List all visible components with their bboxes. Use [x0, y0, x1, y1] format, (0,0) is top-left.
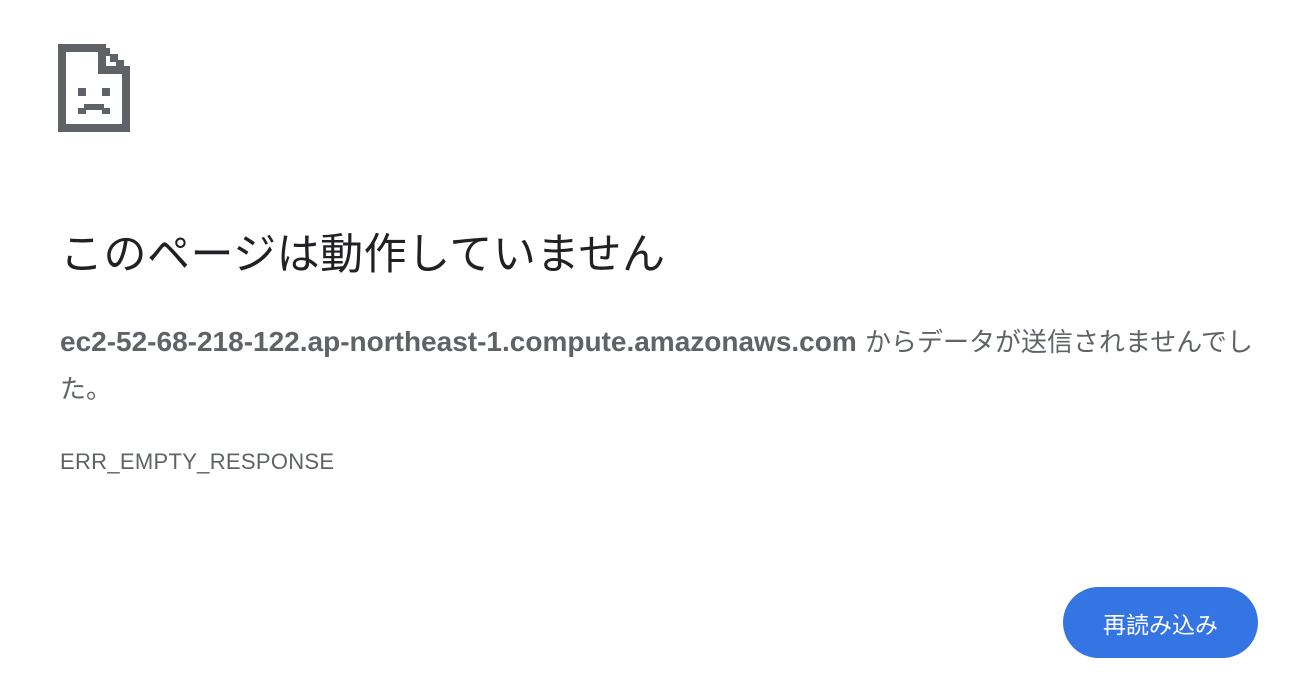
error-title: このページは動作していません [60, 230, 666, 280]
error-page: このページは動作していません ec2-52-68-218-122.ap-nort… [0, 0, 1314, 688]
sad-page-icon [58, 44, 130, 132]
reload-button[interactable]: 再読み込み [1063, 587, 1258, 658]
error-message: ec2-52-68-218-122.ap-northeast-1.compute… [60, 318, 1260, 414]
error-code: ERR_EMPTY_RESPONSE [60, 449, 335, 474]
error-host: ec2-52-68-218-122.ap-northeast-1.compute… [60, 326, 857, 357]
